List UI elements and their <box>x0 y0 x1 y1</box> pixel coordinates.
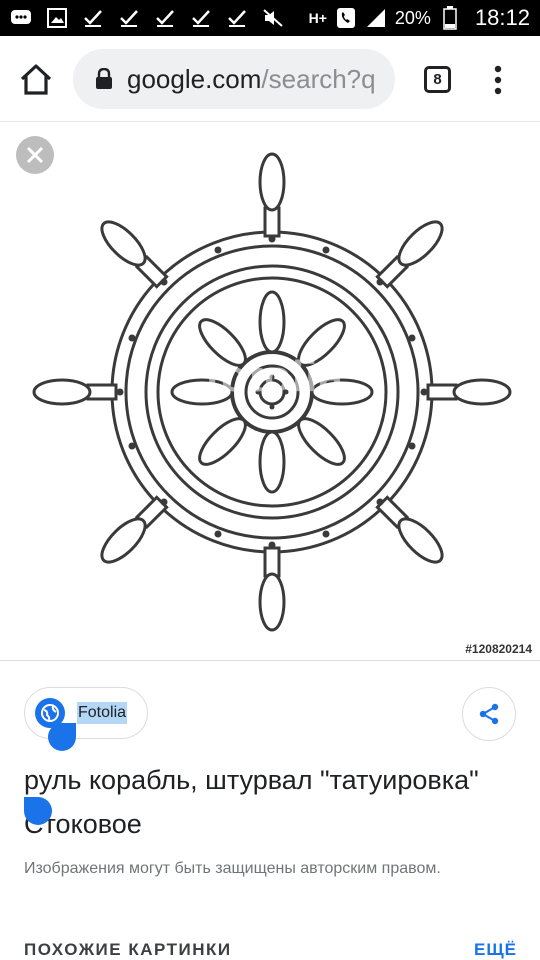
image-viewer: fotolia #120820214 <box>0 122 540 660</box>
check-icon <box>118 7 140 29</box>
selection-handle-end[interactable] <box>24 797 52 825</box>
home-button[interactable] <box>18 62 54 98</box>
browser-toolbar: google.com/search?q 8 <box>0 36 540 122</box>
result-title[interactable]: руль корабль, штурвал "татуировка" Стоко… <box>24 758 494 846</box>
share-button[interactable] <box>462 687 516 741</box>
check-icon <box>154 7 176 29</box>
address-bar[interactable]: google.com/search?q <box>73 49 395 109</box>
source-name: Fotolia <box>77 702 128 724</box>
network-type: H+ <box>308 10 327 26</box>
signal-icon <box>365 7 387 29</box>
check-icon <box>226 7 248 29</box>
stock-id: #120820214 <box>465 642 532 656</box>
similar-images-heading: ПОХОЖИЕ КАРТИНКИ <box>24 940 232 959</box>
mute-icon <box>262 7 284 29</box>
share-icon <box>479 703 499 725</box>
url-path: /search?q <box>261 63 376 94</box>
image-icon <box>46 7 68 29</box>
close-icon <box>26 146 44 164</box>
source-chip[interactable]: Fotolia <box>24 687 148 739</box>
copyright-notice: Изображения могут быть защищены авторски… <box>24 860 441 877</box>
clock: 18:12 <box>474 5 530 30</box>
divider <box>0 660 540 661</box>
more-link[interactable]: ЕЩЁ <box>474 940 517 960</box>
check-icon <box>82 7 104 29</box>
call-icon <box>335 7 357 29</box>
battery-icon <box>439 6 461 30</box>
overflow-menu-button[interactable] <box>488 64 508 96</box>
home-icon <box>20 64 52 95</box>
status-bar: H+ 20% 18:12 <box>0 0 540 36</box>
close-viewer-button[interactable] <box>16 136 54 174</box>
image-watermark: fotolia <box>205 352 344 401</box>
chat-icon <box>10 7 32 29</box>
more-vert-icon <box>494 65 502 95</box>
lock-icon <box>96 68 112 89</box>
battery-percent: 20% <box>394 7 431 28</box>
check-icon <box>190 7 212 29</box>
tab-switcher-button[interactable]: 8 <box>424 66 451 93</box>
tab-count: 8 <box>433 71 442 88</box>
url-domain: google.com <box>127 63 262 94</box>
selection-handle-start[interactable] <box>48 723 76 751</box>
